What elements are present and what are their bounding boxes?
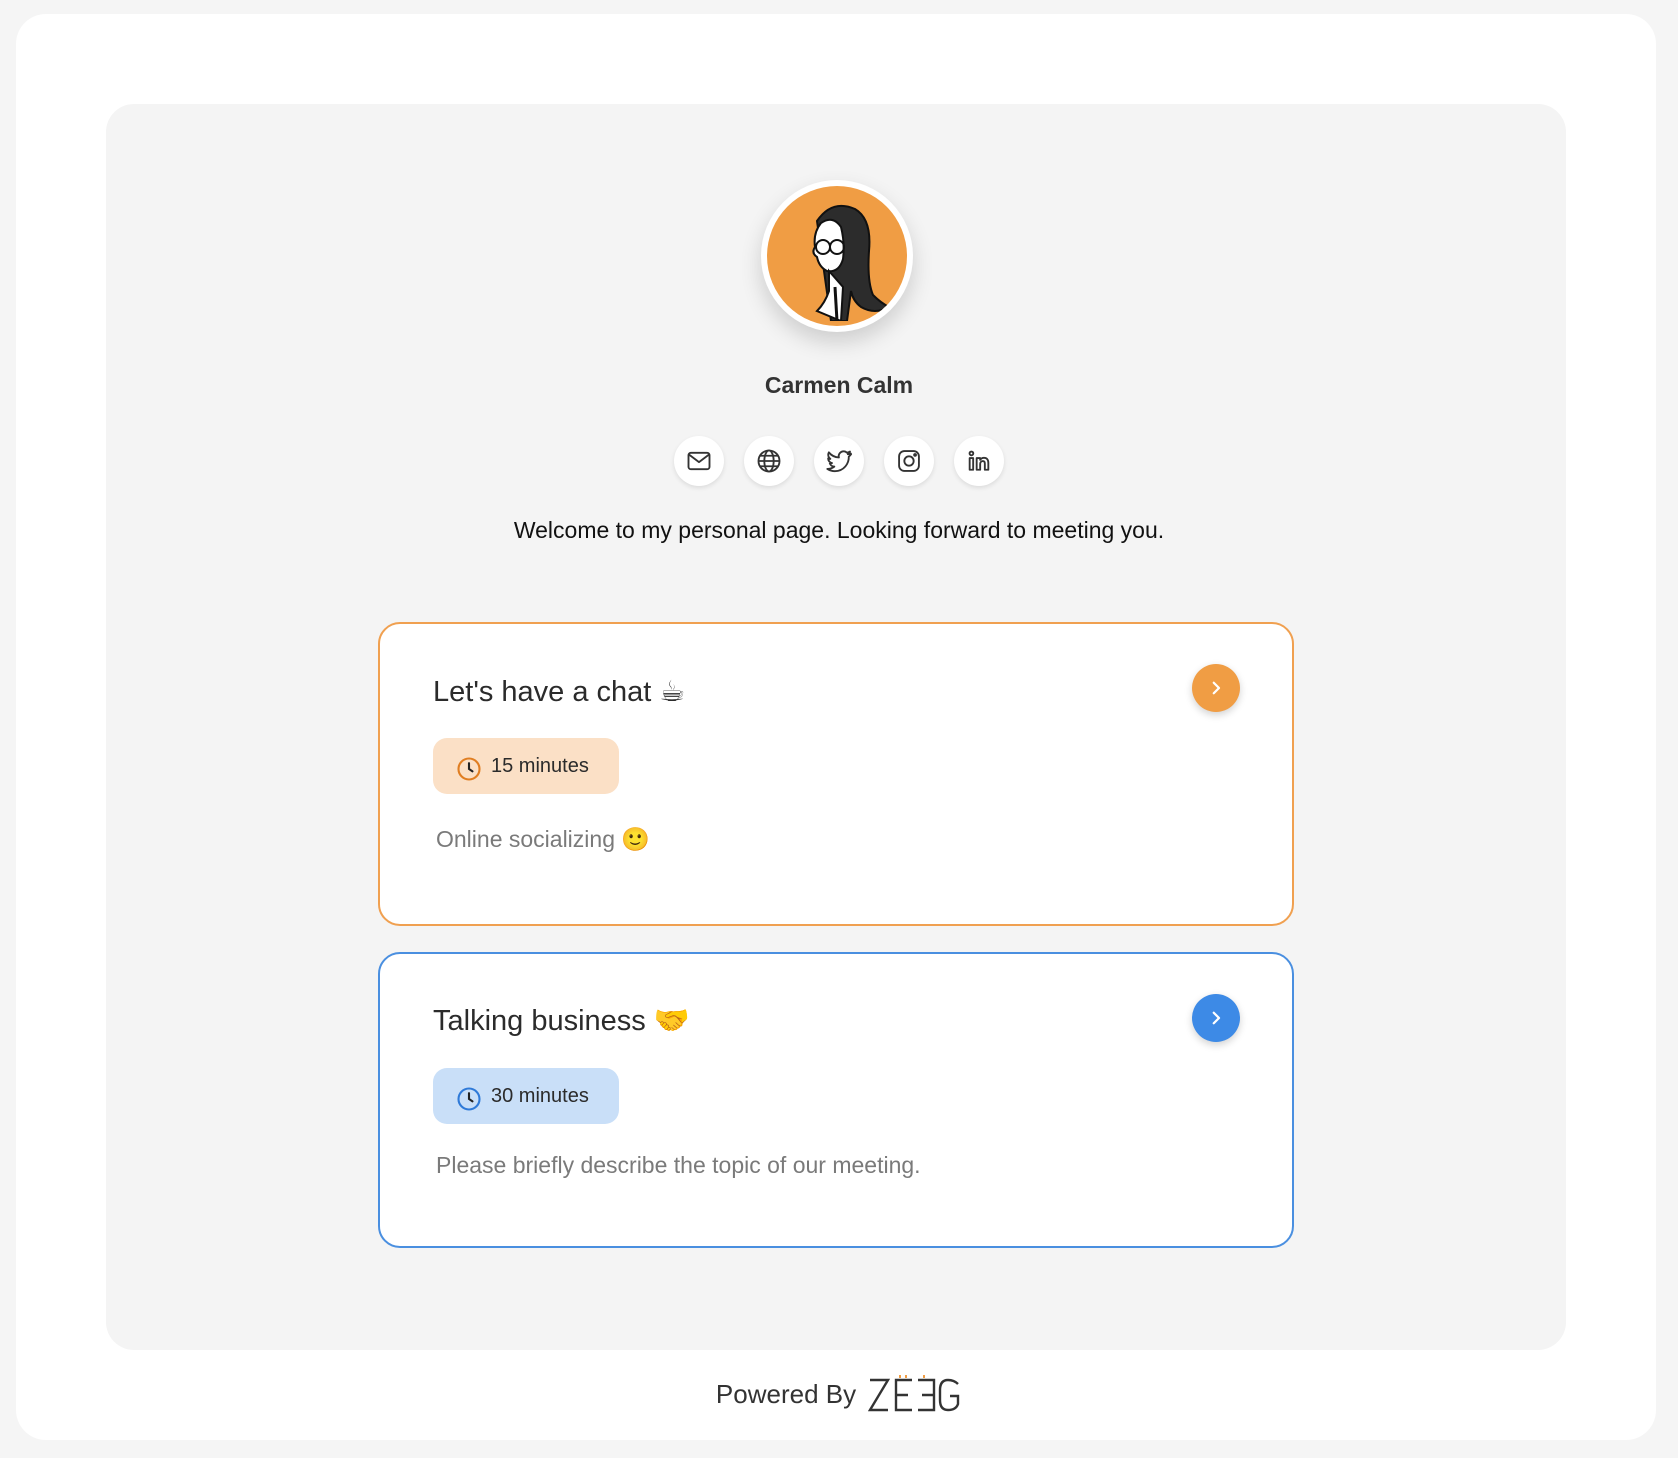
profile-name: Carmen Calm	[764, 372, 914, 398]
event-card-business[interactable]: Talking business 🤝 30 minutes Please bri…	[378, 952, 1294, 1248]
avatar	[761, 180, 913, 332]
footer: Powered By	[0, 1374, 1678, 1414]
social-links	[0, 436, 1678, 486]
linkedin-link-button[interactable]	[954, 436, 1004, 486]
clock-icon	[457, 757, 481, 781]
globe-icon	[757, 449, 781, 473]
twitter-link-button[interactable]	[814, 436, 864, 486]
clock-icon	[457, 1087, 481, 1111]
event-card-chat[interactable]: Let's have a chat ☕ 15 minutes Online so…	[378, 622, 1294, 926]
event-description: Online socializing 🙂	[436, 826, 651, 852]
duration-badge: 15 minutes	[433, 738, 619, 794]
email-link-button[interactable]	[674, 436, 724, 486]
zeeg-logo[interactable]	[868, 1374, 962, 1414]
instagram-icon	[898, 450, 920, 472]
duration-badge: 30 minutes	[433, 1068, 619, 1124]
event-title: Talking business 🤝	[433, 1005, 690, 1037]
twitter-icon	[826, 450, 853, 473]
event-title: Let's have a chat ☕	[433, 676, 686, 708]
duration-label: 15 minutes	[491, 754, 589, 777]
event-description: Please briefly describe the topic of our…	[436, 1152, 921, 1178]
instagram-link-button[interactable]	[884, 436, 934, 486]
chevron-right-icon	[1212, 1011, 1221, 1025]
avatar-image	[767, 186, 907, 326]
website-link-button[interactable]	[744, 436, 794, 486]
linkedin-icon	[968, 450, 990, 471]
welcome-message: Welcome to my personal page. Looking for…	[513, 517, 1165, 543]
open-event-button[interactable]	[1192, 994, 1240, 1042]
mail-icon	[687, 451, 711, 471]
chevron-right-icon	[1212, 681, 1221, 695]
powered-by-label: Powered By	[715, 1378, 857, 1409]
duration-label: 30 minutes	[491, 1084, 589, 1107]
open-event-button[interactable]	[1192, 664, 1240, 712]
